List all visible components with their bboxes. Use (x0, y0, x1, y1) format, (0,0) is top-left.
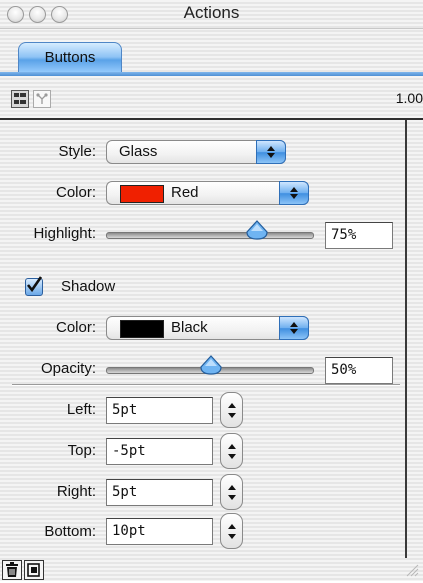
bottom-bar (0, 559, 423, 581)
version-label: 1.00 (395, 90, 423, 106)
section-divider (12, 384, 400, 386)
left-offset-label: Left: (66, 401, 96, 418)
new-item-icon[interactable] (24, 560, 44, 580)
shadow-color-value: Black (171, 319, 208, 336)
window-title: Actions (183, 3, 240, 22)
right-offset-stepper[interactable] (220, 474, 243, 510)
title-bar: Actions (0, 0, 423, 29)
style-label: Style: (58, 143, 96, 160)
trash-icon[interactable] (2, 560, 22, 580)
opacity-slider-thumb[interactable] (199, 355, 223, 375)
checkmark-icon (26, 276, 43, 293)
list-view-icon[interactable] (11, 90, 29, 108)
bottom-offset-stepper[interactable] (220, 513, 243, 549)
popup-arrows-icon (279, 181, 309, 205)
shadow-label: Shadow (61, 278, 116, 295)
opacity-label: Opacity: (40, 360, 96, 377)
popup-arrows-icon (279, 316, 309, 340)
tab-strip: Buttons (0, 29, 423, 75)
highlight-slider-track[interactable] (106, 232, 314, 239)
highlight-value-field[interactable]: 75% (325, 222, 393, 249)
bottom-offset-label: Bottom: (44, 523, 96, 540)
resize-grip-icon[interactable] (405, 563, 419, 577)
color-value: Red (171, 184, 199, 201)
popup-arrows-icon (256, 140, 286, 164)
toolbar: 1.00 (0, 78, 423, 120)
top-offset-label: Top: (67, 442, 96, 459)
shadow-color-swatch (120, 320, 164, 338)
shadow-color-popup[interactable]: Black (106, 316, 309, 340)
tab-buttons[interactable]: Buttons (18, 42, 122, 74)
style-popup[interactable]: Glass (106, 140, 286, 164)
opacity-value-field[interactable]: 50% (325, 357, 393, 384)
actions-window: Actions Buttons 1.00 Style: Glass Color:… (0, 0, 423, 581)
color-popup[interactable]: Red (106, 181, 309, 205)
right-offset-field[interactable]: 5pt (106, 479, 213, 506)
right-offset-label: Right: (56, 483, 96, 500)
style-value: Glass (119, 143, 158, 160)
hierarchy-view-icon[interactable] (33, 90, 51, 108)
bottom-offset-field[interactable]: 10pt (106, 518, 213, 545)
button-settings-panel: Style: Glass Color: Red Highlight: 75% S… (0, 120, 407, 558)
tab-underline (0, 72, 423, 76)
top-offset-field[interactable]: -5pt (106, 438, 213, 465)
top-offset-stepper[interactable] (220, 433, 243, 469)
left-offset-field[interactable]: 5pt (106, 397, 213, 424)
highlight-slider-thumb[interactable] (245, 220, 269, 240)
highlight-label: Highlight: (33, 225, 96, 242)
left-offset-stepper[interactable] (220, 392, 243, 428)
shadow-color-label: Color: (55, 319, 96, 336)
color-swatch (120, 185, 164, 203)
shadow-checkbox[interactable] (25, 276, 43, 296)
color-label: Color: (55, 184, 96, 201)
